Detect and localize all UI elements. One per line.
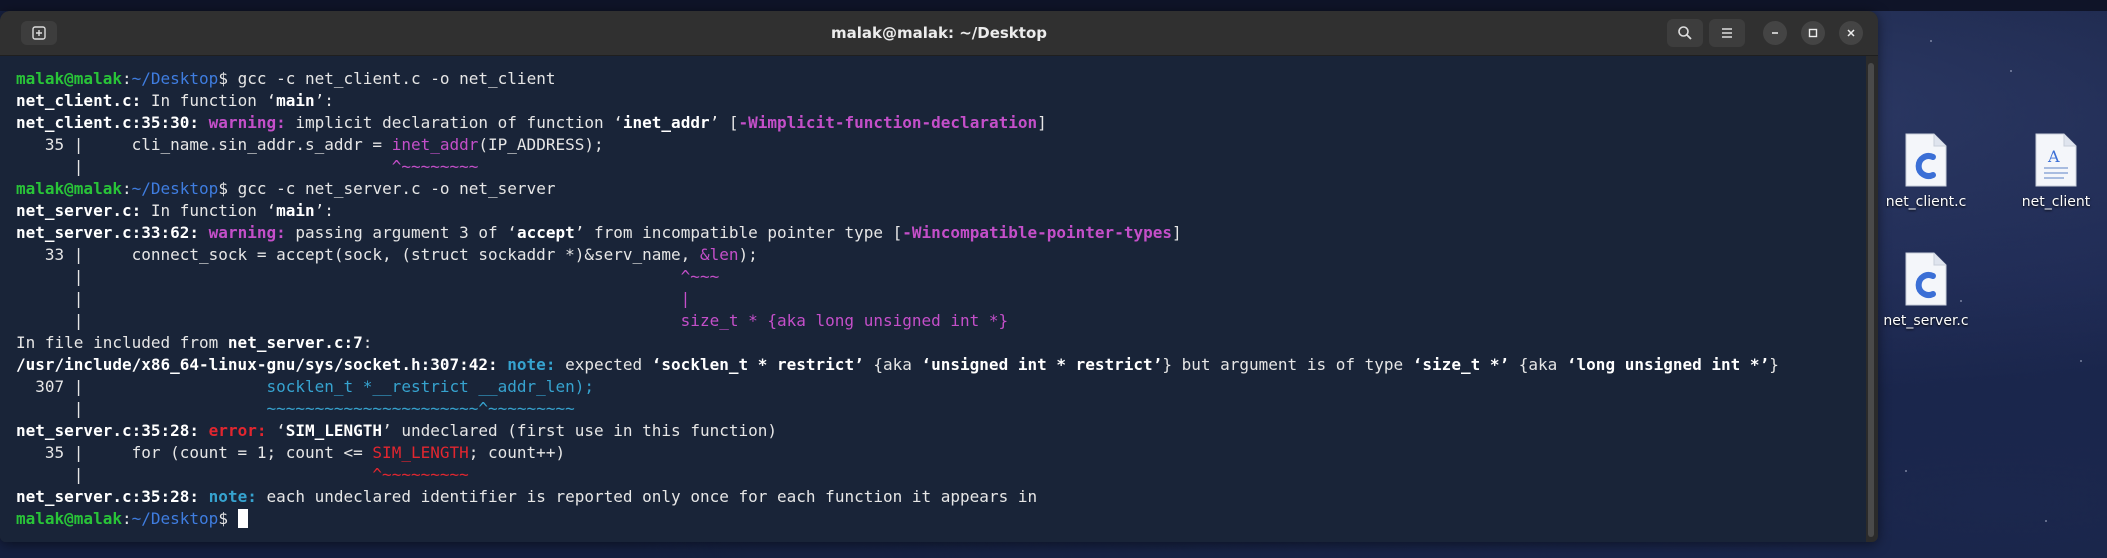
note-label: note: — [208, 487, 257, 506]
desktop-item-net-client[interactable]: A net_client — [1991, 132, 2107, 210]
search-icon — [1678, 26, 1692, 40]
c-source-file-icon — [1904, 251, 1948, 307]
prompt-path: ~/Desktop — [131, 509, 219, 528]
source-line: 35 | cli_name.sin_addr.s_addr = inet_add… — [16, 135, 604, 154]
prompt-line: malak@malak:~/Desktop$ gcc -c net_server… — [16, 179, 556, 198]
window-title: malak@malak: ~/Desktop — [831, 24, 1047, 42]
terminal-output[interactable]: malak@malak:~/Desktop$ gcc -c net_client… — [0, 56, 1866, 542]
maximize-icon — [1808, 28, 1818, 38]
compiler-context-line: net_client.c: In function ‘main’: — [16, 91, 334, 110]
warning-label: warning: — [208, 113, 286, 132]
menu-button[interactable] — [1709, 19, 1745, 47]
warning-line: net_client.c:35:30: warning: implicit de… — [16, 113, 1047, 132]
prompt-user: malak@malak — [16, 509, 122, 528]
warning-label: warning: — [208, 223, 286, 242]
note-label: note: — [507, 355, 556, 374]
source-line: 33 | connect_sock = accept(sock, (struct… — [16, 245, 758, 264]
type-hint-line: | size_t * {aka long unsigned int *} — [16, 311, 1009, 330]
close-icon — [1847, 29, 1855, 37]
note-line: /usr/include/x86_64-linux-gnu/sys/socket… — [16, 355, 1779, 374]
c-source-file-icon — [1904, 132, 1948, 188]
close-button[interactable] — [1839, 21, 1863, 45]
minimize-icon — [1772, 32, 1778, 34]
prompt-path: ~/Desktop — [131, 179, 219, 198]
caret-line: | ^~~~~~~~~~ — [16, 465, 469, 484]
prompt-user: malak@malak — [16, 69, 122, 88]
include-context-line: In file included from net_server.c:7: — [16, 333, 373, 352]
top-bar — [0, 0, 2107, 11]
caret-line: | ~~~~~~~~~~~~~~~~~~~~~~^~~~~~~~~~ — [16, 399, 575, 418]
text-document-icon: A — [2034, 132, 2078, 188]
prompt-line: malak@malak:~/Desktop$ — [16, 508, 1866, 530]
error-label: error: — [208, 421, 267, 440]
desktop-item-net-server-c[interactable]: net_server.c — [1861, 251, 1991, 329]
prompt-user: malak@malak — [16, 179, 122, 198]
desktop-item-net-client-c[interactable]: net_client.c — [1861, 132, 1991, 210]
note-line: net_server.c:35:28: note: each undeclare… — [16, 487, 1038, 506]
hamburger-menu-icon — [1722, 28, 1732, 38]
caret-line: | | — [16, 289, 691, 308]
command-text: gcc -c net_client.c -o net_client — [237, 69, 556, 88]
maximize-button[interactable] — [1801, 21, 1825, 45]
caret-line: | ^~~~ — [16, 267, 720, 286]
new-tab-button[interactable] — [21, 21, 57, 45]
new-tab-icon — [32, 26, 46, 40]
text-cursor — [237, 509, 248, 528]
error-line: net_server.c:35:28: error: ‘SIM_LENGTH’ … — [16, 421, 778, 440]
command-text: gcc -c net_server.c -o net_server — [237, 179, 556, 198]
search-button[interactable] — [1667, 19, 1703, 47]
source-line: 35 | for (count = 1; count <= SIM_LENGTH… — [16, 443, 566, 462]
svg-text:A: A — [2047, 147, 2060, 166]
prompt-path: ~/Desktop — [131, 69, 219, 88]
titlebar: malak@malak: ~/Desktop — [0, 11, 1878, 56]
caret-line: | ^~~~~~~~~ — [16, 157, 479, 176]
warning-flag: -Wincompatible-pointer-types — [902, 223, 1172, 242]
prompt-line: malak@malak:~/Desktop$ gcc -c net_client… — [16, 69, 556, 88]
warning-flag: -Wimplicit-function-declaration — [738, 113, 1038, 132]
compiler-context-line: net_server.c: In function ‘main’: — [16, 201, 334, 220]
minimize-button[interactable] — [1763, 21, 1787, 45]
source-line: 307 | socklen_t *__restrict __addr_len); — [16, 377, 594, 396]
terminal-window: malak@malak: ~/Desktop malak@malak:~/Des… — [0, 11, 1878, 542]
warning-line: net_server.c:33:62: warning: passing arg… — [16, 223, 1182, 242]
